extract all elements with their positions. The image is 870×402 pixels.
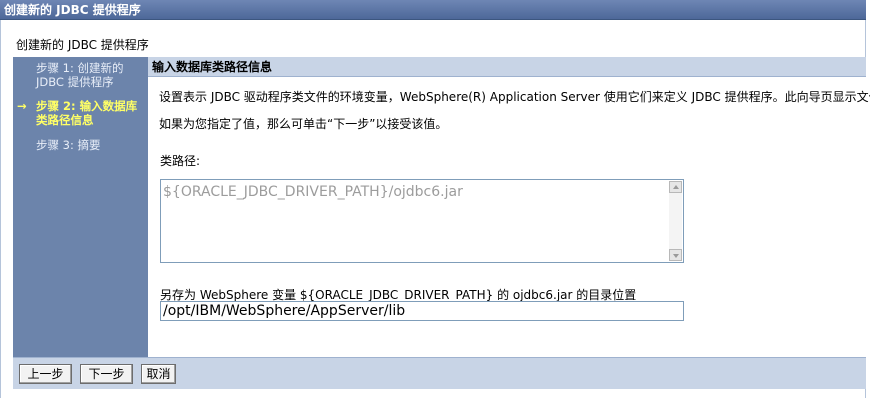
classpath-value: ${ORACLE_JDBC_DRIVER_PATH}/ojdbc6.jar bbox=[163, 184, 463, 200]
section-description-line-1: 设置表示 JDBC 驱动程序类文件的环境变量，WebSphere(R) Appl… bbox=[159, 90, 870, 104]
next-button[interactable]: 下一步 bbox=[80, 364, 133, 384]
scroll-down-arrow-icon[interactable] bbox=[669, 249, 682, 261]
classpath-textarea[interactable]: ${ORACLE_JDBC_DRIVER_PATH}/ojdbc6.jar bbox=[160, 179, 684, 263]
classpath-scrollbar[interactable] bbox=[669, 181, 682, 261]
section-description-line-2: 如果为您指定了值，那么可单击“下一步”以接受该值。 bbox=[159, 117, 448, 131]
wizard-steps-panel: 步骤 1: 创建新的 JDBC 提供程序 → 步骤 2: 输入数据库类路径信息 … bbox=[13, 57, 148, 357]
previous-button[interactable]: 上一步 bbox=[19, 364, 72, 384]
page-title: 创建新的 JDBC 提供程序 bbox=[16, 38, 149, 52]
scroll-up-arrow-icon[interactable] bbox=[669, 181, 682, 193]
wizard-step-label: 步骤 2: 输入数据库类路径信息 bbox=[36, 99, 138, 127]
wizard-content: 输入数据库类路径信息 设置表示 JDBC 驱动程序类文件的环境变量，WebSph… bbox=[148, 57, 870, 357]
classpath-label: 类路径: bbox=[160, 154, 201, 168]
section-title: 输入数据库类路径信息 bbox=[148, 57, 866, 77]
wizard-footer: 上一步 下一步 取消 bbox=[13, 357, 866, 389]
cancel-button[interactable]: 取消 bbox=[141, 364, 176, 384]
wizard-step-label: 步骤 1: 创建新的 JDBC 提供程序 bbox=[36, 61, 124, 89]
directory-location-input[interactable]: /opt/IBM/WebSphere/AppServer/lib bbox=[160, 301, 684, 321]
current-step-arrow-icon: → bbox=[17, 99, 27, 113]
wizard-step-label: 步骤 3: 摘要 bbox=[36, 138, 101, 152]
window-title: 创建新的 JDBC 提供程序 bbox=[0, 0, 866, 20]
